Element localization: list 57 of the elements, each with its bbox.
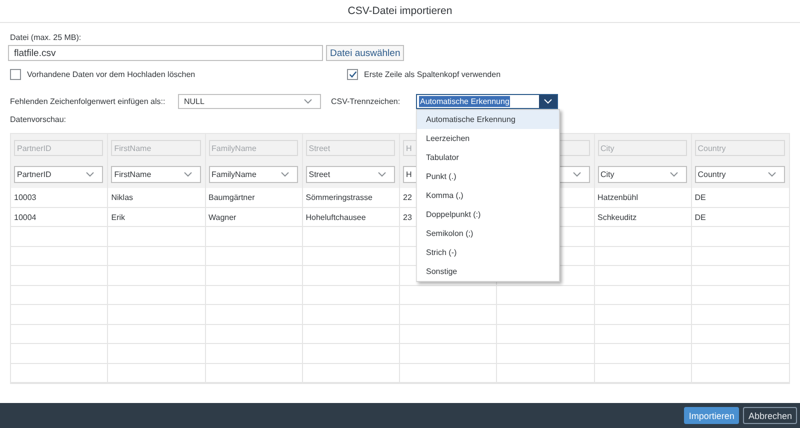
table-cell: Hatzenbühl xyxy=(594,188,692,208)
table-cell: DE xyxy=(692,208,789,227)
dropdown-option[interactable]: Automatische Erkennung xyxy=(417,110,559,129)
section-label: Datenvorschau: xyxy=(9,115,66,124)
source-column-field: Country xyxy=(694,140,785,156)
field-label: Datei (max. 25 MB): xyxy=(9,33,82,42)
table-cell: Baumgärtner xyxy=(206,188,303,208)
dropdown-button[interactable] xyxy=(539,95,557,108)
source-column-field: City xyxy=(598,140,687,156)
caret-icon xyxy=(378,172,386,177)
table-cell: 10003 xyxy=(11,188,108,208)
field-label: Fehlenden Zeichenfolgenwert einfügen als:: xyxy=(9,97,166,106)
dropdown-option[interactable]: Doppelpunkt (:) xyxy=(417,205,559,224)
caret-icon xyxy=(572,172,580,177)
column-mapping-select[interactable]: FamilyName xyxy=(208,166,298,183)
caret-icon xyxy=(86,172,94,177)
source-column-field: Street xyxy=(306,140,395,156)
table-cell: Sömmeringstrasse xyxy=(302,188,400,208)
column-mapping-select[interactable]: Country xyxy=(694,166,785,183)
column-mapping-select[interactable]: PartnerID xyxy=(14,166,104,183)
missing-value-select[interactable]: NULL xyxy=(178,94,321,109)
caret-icon xyxy=(670,172,678,177)
caret-icon xyxy=(544,99,552,104)
file-name-field[interactable]: flatfile.csv xyxy=(8,45,323,61)
column-mapping-select[interactable]: Street xyxy=(306,166,395,183)
table-cell: 10004 xyxy=(11,208,108,227)
choose-file-button[interactable]: Datei auswählen xyxy=(326,45,404,61)
checkbox-label: Vorhandene Daten vor dem Hochladen löschen xyxy=(27,70,196,79)
checkbox[interactable] xyxy=(347,69,358,80)
table-cell: Hoheluftchausee xyxy=(302,208,400,227)
cancel-button[interactable]: Abbrechen xyxy=(743,407,797,424)
separator-combo[interactable]: Automatische Erkennung xyxy=(416,94,558,109)
dropdown-option[interactable]: Punkt (.) xyxy=(417,167,559,186)
table-cell: Niklas xyxy=(108,188,206,208)
table-cell: Schkeuditz xyxy=(594,208,692,227)
table-cell: Wagner xyxy=(206,208,303,227)
field-label: CSV-Trennzeichen: xyxy=(331,97,400,106)
dropdown-option[interactable]: Komma (,) xyxy=(417,186,559,205)
dropdown-option[interactable]: Leerzeichen xyxy=(417,129,559,148)
dropdown-option[interactable]: Sonstige xyxy=(417,262,559,281)
column-mapping-select[interactable]: FirstName xyxy=(111,166,200,183)
dropdown-option[interactable]: Semikolon (;) xyxy=(417,224,559,243)
table-cell: Erik xyxy=(108,208,206,227)
caret-icon xyxy=(184,172,192,177)
dropdown-option[interactable]: Strich (-) xyxy=(417,243,559,262)
dropdown-option[interactable]: Tabulator xyxy=(417,148,559,167)
source-column-field: FamilyName xyxy=(208,140,298,156)
source-column-field: FirstName xyxy=(111,140,200,156)
table-cell: DE xyxy=(692,188,789,208)
source-column-field: PartnerID xyxy=(14,140,104,156)
checkbox[interactable] xyxy=(10,69,21,80)
column-mapping-select[interactable]: City xyxy=(598,166,687,183)
caret-icon xyxy=(768,172,776,177)
caret-icon xyxy=(304,99,312,104)
checkbox-label: Erste Zeile als Spaltenkopf verwenden xyxy=(364,70,501,79)
dialog-title: CSV-Datei importieren xyxy=(348,4,452,19)
caret-icon xyxy=(280,172,289,177)
